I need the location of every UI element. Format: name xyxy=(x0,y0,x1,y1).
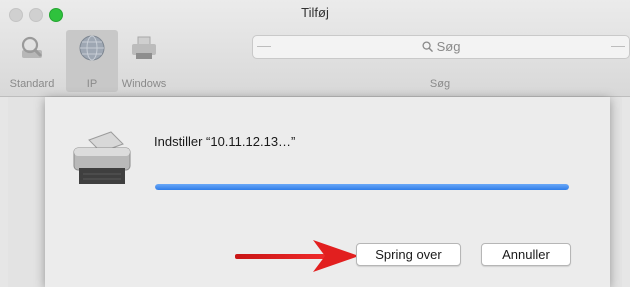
search-label: Søg xyxy=(429,78,451,90)
default-printer-icon xyxy=(21,36,42,58)
status-message: Indstiller “10.11.12.13…” xyxy=(154,134,296,149)
windows-printer-icon xyxy=(132,36,156,59)
progress-sheet: Indstiller “10.11.12.13…” Spring over An… xyxy=(45,97,610,287)
magnifier-icon xyxy=(422,41,433,52)
search-field-edge-right xyxy=(611,46,625,47)
titlebar-toolbar: Tilføj Standard IP Windows Søg Søg xyxy=(0,0,630,97)
toolbar-item-standard[interactable]: Standard xyxy=(6,30,58,92)
search-placeholder-text: Søg xyxy=(436,39,461,54)
search-field[interactable]: Søg xyxy=(252,35,630,59)
search-placeholder: Søg xyxy=(253,39,629,54)
add-printer-window: Tilføj Standard IP Windows Søg Søg Indst… xyxy=(0,0,630,287)
printer-icon xyxy=(73,131,131,184)
progress-bar xyxy=(155,184,569,190)
red-arrow-icon xyxy=(235,240,359,272)
cancel-button[interactable]: Annuller xyxy=(481,243,571,266)
toolbar-item-windows[interactable]: Windows xyxy=(118,30,170,92)
progress-bar-fill xyxy=(155,184,569,190)
globe-icon xyxy=(79,35,105,61)
skip-button[interactable]: Spring over xyxy=(356,243,461,266)
toolbar-label-windows: Windows xyxy=(121,78,167,90)
window-title: Tilføj xyxy=(301,5,329,20)
